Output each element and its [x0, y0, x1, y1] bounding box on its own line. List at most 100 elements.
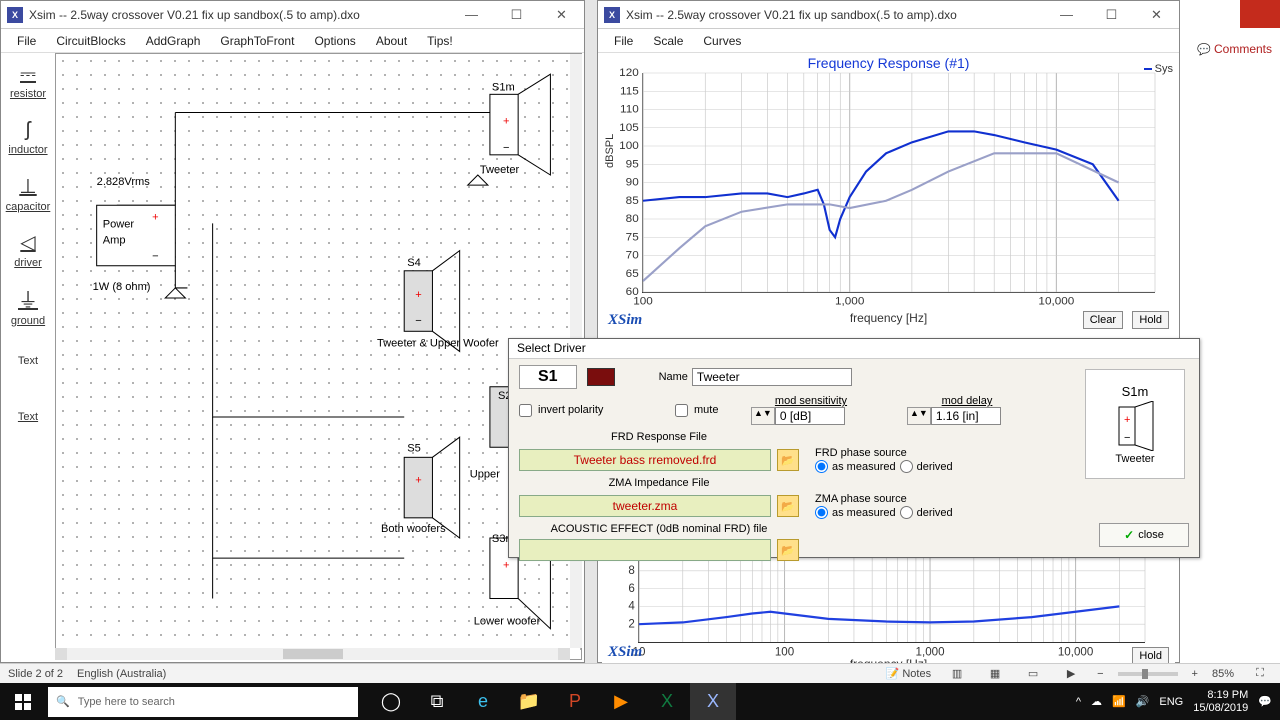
tool-driver[interactable]: ◁driver: [3, 221, 53, 277]
tool-resistor[interactable]: ⎓resistor: [3, 53, 53, 109]
explorer-icon[interactable]: 📁: [506, 683, 552, 720]
svg-text:10,000: 10,000: [1058, 644, 1094, 658]
system-tray: ^ ☁ 📶 🔊 ENG 8:19 PM 15/08/2019 💬: [1068, 689, 1280, 713]
view-reading-icon[interactable]: ▭: [1021, 666, 1045, 682]
menu-file[interactable]: File: [7, 32, 46, 50]
powerpoint-icon[interactable]: P: [552, 683, 598, 720]
chart-minimize[interactable]: —: [1044, 1, 1089, 29]
svg-text:Tweeter & Upper Woofer: Tweeter & Upper Woofer: [377, 337, 499, 349]
menu-circuitblocks[interactable]: CircuitBlocks: [46, 32, 135, 50]
zma-phase-derived[interactable]: [900, 506, 913, 519]
svg-text:+: +: [152, 211, 158, 223]
svg-text:1,000: 1,000: [916, 644, 945, 658]
minimize-button[interactable]: —: [449, 1, 494, 29]
frd-browse-button[interactable]: 📂: [777, 449, 799, 471]
tray-volume-icon[interactable]: 🔊: [1136, 695, 1150, 708]
language-indicator[interactable]: English (Australia): [77, 668, 166, 680]
zoom-slider[interactable]: [1118, 672, 1178, 676]
fit-icon[interactable]: ⛶: [1248, 666, 1272, 682]
bg-close[interactable]: [1240, 0, 1280, 28]
tray-lang[interactable]: ENG: [1159, 696, 1183, 708]
frd-phase-measured[interactable]: [815, 460, 828, 473]
tray-onedrive-icon[interactable]: ☁: [1091, 695, 1102, 708]
chart-close[interactable]: ✕: [1134, 1, 1179, 29]
view-normal-icon[interactable]: ▥: [945, 666, 969, 682]
notes-button[interactable]: 📝 Notes: [886, 667, 932, 680]
driver-preview: S1m +− Tweeter: [1085, 369, 1185, 479]
hold-button[interactable]: Hold: [1132, 311, 1169, 329]
menu-addgraph[interactable]: AddGraph: [136, 32, 211, 50]
menu-options[interactable]: Options: [304, 32, 365, 50]
svg-text:110: 110: [620, 103, 639, 116]
dialog-close-button[interactable]: close: [1099, 523, 1189, 547]
component-toolbar: ⎓resistor ʃinductor ⊥capacitor ◁driver ⏚…: [3, 53, 55, 445]
zoom-out[interactable]: −: [1097, 668, 1103, 680]
driver-name-input[interactable]: [692, 368, 852, 386]
acoustic-browse-button[interactable]: 📂: [777, 539, 799, 561]
select-driver-dialog: Select Driver S1 Name invert polarity mu…: [508, 338, 1200, 558]
tool-capacitor[interactable]: ⊥capacitor: [3, 165, 53, 221]
zma-phase-measured[interactable]: [815, 506, 828, 519]
tool-text-2[interactable]: Text: [3, 389, 53, 445]
close-button[interactable]: ✕: [539, 1, 584, 29]
chart1-title: Frequency Response (#1): [602, 53, 1175, 73]
view-slideshow-icon[interactable]: ▶: [1059, 666, 1083, 682]
xsim-logo: XSim: [608, 312, 642, 329]
zoom-level[interactable]: 85%: [1212, 668, 1234, 680]
driver-color-chip[interactable]: [587, 368, 615, 386]
taskbar-search[interactable]: 🔍 Type here to search: [48, 687, 358, 717]
taskbar: 🔍 Type here to search ◯ ⧉ e 📁 P ▶ X X ^ …: [0, 683, 1280, 720]
start-button[interactable]: [0, 683, 46, 720]
zma-phase-label: ZMA phase source: [815, 493, 953, 505]
menu-graphtofront[interactable]: GraphToFront: [210, 32, 304, 50]
tool-ground[interactable]: ⏚ground: [3, 277, 53, 333]
cortana-icon[interactable]: ◯: [368, 683, 414, 720]
svg-text:S4: S4: [407, 257, 421, 269]
tray-network-icon[interactable]: 📶: [1112, 695, 1126, 708]
app-icon: X: [604, 7, 620, 23]
media-icon[interactable]: ▶: [598, 683, 644, 720]
tray-clock[interactable]: 8:19 PM 15/08/2019: [1193, 689, 1248, 713]
acoustic-label: ACOUSTIC EFFECT (0dB nominal FRD) file: [519, 523, 799, 535]
zma-browse-button[interactable]: 📂: [777, 495, 799, 517]
invert-polarity-checkbox[interactable]: [519, 404, 532, 417]
frd-file-box: Tweeter bass rremoved.frd: [519, 449, 771, 471]
app-icon: X: [7, 7, 23, 23]
zoom-in[interactable]: +: [1192, 668, 1198, 680]
zma-file-box: tweeter.zma: [519, 495, 771, 517]
excel-icon[interactable]: X: [644, 683, 690, 720]
svg-text:100: 100: [633, 295, 653, 308]
taskview-icon[interactable]: ⧉: [414, 683, 460, 720]
mute-checkbox[interactable]: [675, 404, 688, 417]
frd-phase-derived[interactable]: [900, 460, 913, 473]
svg-text:S1m: S1m: [492, 81, 515, 93]
schem-scroll-h[interactable]: [55, 648, 570, 660]
schematic-canvas[interactable]: + − + − + + + − 2.828Vrms Power Amp 1W (…: [55, 53, 582, 660]
chart-menu-file[interactable]: File: [604, 32, 643, 50]
chart2-plot[interactable]: 2468101001,00010,000: [638, 553, 1145, 643]
name-label: Name: [659, 371, 688, 383]
tray-notifications-icon[interactable]: 💬: [1258, 695, 1272, 708]
tool-inductor[interactable]: ʃinductor: [3, 109, 53, 165]
tool-text[interactable]: Text: [3, 333, 53, 389]
chart-maximize[interactable]: ☐: [1089, 1, 1134, 29]
svg-text:1,000: 1,000: [835, 295, 864, 308]
chart1-plot[interactable]: 60657075808590951001051101151201001,0001…: [642, 73, 1155, 293]
mod-sens-input[interactable]: [775, 407, 845, 425]
svg-text:+: +: [503, 559, 509, 571]
chart-menu-curves[interactable]: Curves: [693, 32, 751, 50]
schematic-window: X Xsim -- 2.5way crossover V0.21 fix up …: [0, 0, 585, 663]
view-sorter-icon[interactable]: ▦: [983, 666, 1007, 682]
clear-button[interactable]: Clear: [1083, 311, 1123, 329]
menu-about[interactable]: About: [366, 32, 417, 50]
mod-delay-input[interactable]: [931, 407, 1001, 425]
menu-tips[interactable]: Tips!: [417, 32, 463, 50]
edge-icon[interactable]: e: [460, 683, 506, 720]
svg-text:Lower woofer: Lower woofer: [474, 616, 541, 628]
xsim-taskbar-icon[interactable]: X: [690, 683, 736, 720]
chart-menu-scale[interactable]: Scale: [643, 32, 693, 50]
maximize-button[interactable]: ☐: [494, 1, 539, 29]
tray-chevron-icon[interactable]: ^: [1076, 696, 1081, 708]
comments-button[interactable]: Comments: [1197, 42, 1272, 56]
chart-menubar: File Scale Curves: [598, 29, 1179, 53]
